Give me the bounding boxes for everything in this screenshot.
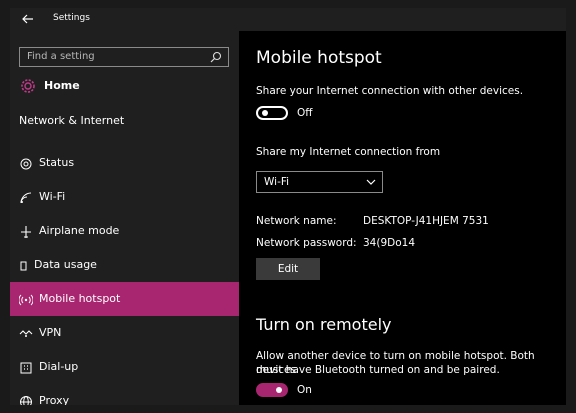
network-password-value: 34(9Do14 <box>363 237 416 249</box>
sidebar-item-airplane-mode[interactable]: Airplane mode <box>10 214 239 248</box>
back-button[interactable] <box>18 11 38 27</box>
page-title: Mobile hotspot <box>256 48 382 68</box>
home-label: Home <box>44 79 80 92</box>
sidebar-item-label: Wi-Fi <box>39 190 66 203</box>
sidebar-item-label: Data usage <box>34 258 97 271</box>
data-usage-icon <box>20 261 27 271</box>
edit-button[interactable]: Edit <box>256 258 320 280</box>
dialup-icon <box>20 362 32 374</box>
airplane-icon <box>21 226 31 238</box>
toggle-knob <box>262 110 268 116</box>
network-password-label: Network password: <box>256 237 357 249</box>
gear-icon <box>21 79 35 93</box>
sidebar-item-label: Status <box>39 156 75 169</box>
sidebar-item-mobile-hotspot[interactable]: Mobile hotspot <box>10 282 239 316</box>
sidebar: Find a setting Home Network & Internet S… <box>10 31 239 405</box>
sidebar-item-label: Airplane mode <box>39 224 120 237</box>
sidebar-item-label: VPN <box>39 326 62 339</box>
share-toggle[interactable] <box>256 106 288 120</box>
section-heading: Network & Internet <box>19 114 125 127</box>
chevron-down-icon <box>366 179 376 185</box>
remote-description-line-2: must have Bluetooth turned on and be pai… <box>256 364 500 376</box>
network-name-label: Network name: <box>256 215 337 227</box>
toggle-knob <box>276 387 282 393</box>
hotspot-icon <box>19 294 33 306</box>
share-from-label: Share my Internet connection from <box>256 146 441 158</box>
network-name-value: DESKTOP-J41HJEM 7531 <box>363 215 489 227</box>
home-link[interactable]: Home <box>19 77 219 97</box>
window-title: Settings <box>53 13 90 23</box>
globe-icon <box>20 158 32 170</box>
proxy-icon <box>20 396 32 405</box>
back-arrow-icon <box>22 14 33 24</box>
sidebar-item-status[interactable]: Status <box>10 146 239 180</box>
remote-toggle-state: On <box>297 384 312 396</box>
search-input[interactable]: Find a setting <box>19 47 229 67</box>
sidebar-item-label: Proxy <box>39 394 70 405</box>
share-from-dropdown[interactable]: Wi-Fi <box>256 171 383 193</box>
sidebar-item-label: Mobile hotspot <box>39 292 121 305</box>
main-content: Mobile hotspot Share your Internet conne… <box>239 31 566 405</box>
sidebar-item-label: Dial-up <box>39 360 79 373</box>
remote-toggle[interactable] <box>256 383 288 397</box>
share-toggle-state: Off <box>297 107 313 119</box>
sidebar-item-dial-up[interactable]: Dial-up <box>10 350 239 384</box>
remote-section-title: Turn on remotely <box>256 315 392 334</box>
share-description: Share your Internet connection with othe… <box>256 85 524 97</box>
wifi-icon <box>20 192 32 204</box>
sidebar-item-proxy[interactable]: Proxy <box>10 384 239 405</box>
title-bar: Settings <box>10 8 566 31</box>
vpn-icon <box>19 330 33 337</box>
dropdown-value: Wi-Fi <box>264 176 290 188</box>
sidebar-item-wifi[interactable]: Wi-Fi <box>10 180 239 214</box>
search-icon[interactable] <box>210 51 222 63</box>
sidebar-item-data-usage[interactable]: Data usage <box>10 248 239 282</box>
sidebar-item-vpn[interactable]: VPN <box>10 316 239 350</box>
search-placeholder: Find a setting <box>27 51 95 62</box>
settings-window: Settings Find a setting Home Network & I… <box>10 8 566 405</box>
